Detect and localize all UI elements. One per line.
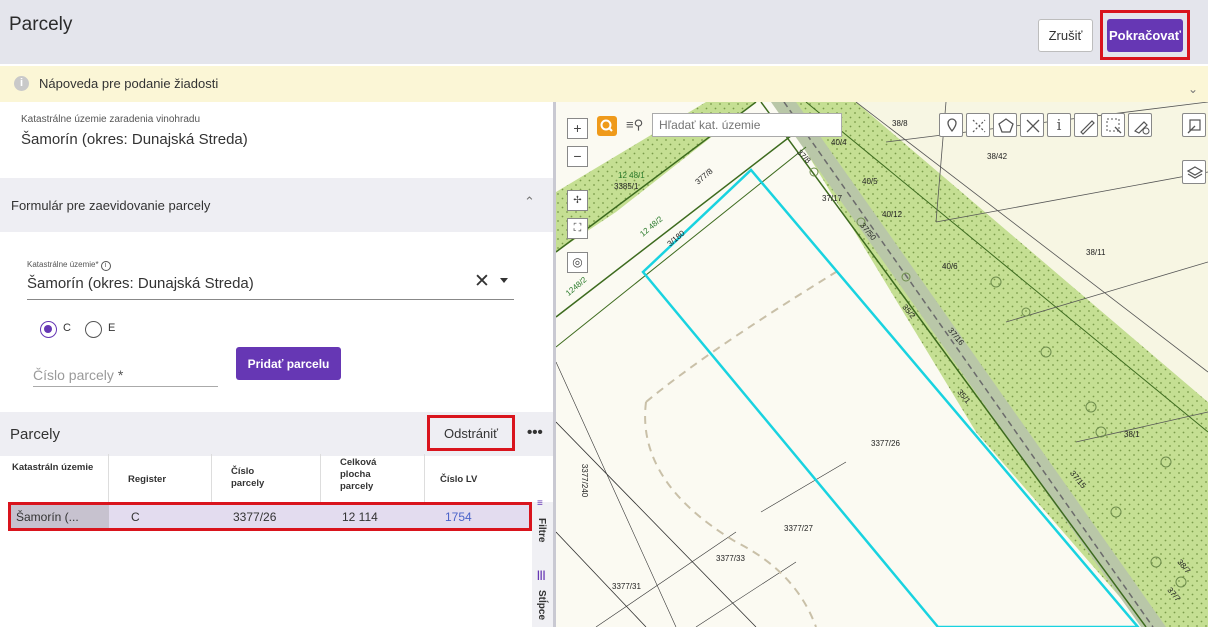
ku-label-text: Katastrálne územie*	[27, 260, 99, 269]
delete-button[interactable]: Odstrániť	[430, 418, 512, 448]
columns-icon[interactable]: |||	[537, 570, 545, 581]
zoom-in-icon[interactable]: +	[567, 118, 588, 139]
filters-tab[interactable]: Filtre	[536, 518, 547, 542]
col-header-territory[interactable]: Katastráln územie	[12, 462, 93, 474]
map-label: 3377/240	[580, 463, 590, 498]
map-label: 40/12	[882, 210, 903, 219]
ku-select-value[interactable]: Šamorín (okres: Dunajská Streda)	[27, 275, 254, 292]
map-label: 3385/1	[614, 182, 639, 191]
radio-e[interactable]	[85, 321, 102, 338]
table-toolbar: Parcely Odstrániť •••	[0, 412, 553, 456]
map-label: 37/17	[822, 194, 843, 203]
radio-c-label: C	[63, 322, 71, 334]
delete-highlight: Odstrániť	[427, 415, 515, 451]
map-canvas	[556, 102, 1208, 627]
polygon-icon[interactable]	[993, 113, 1017, 137]
caret-down-icon[interactable]	[500, 278, 508, 283]
col-sep	[320, 454, 321, 502]
cell-territory: Šamorín (...	[16, 510, 79, 524]
side-toolbar: ≡ Filtre ||| Stĺpce	[532, 498, 553, 627]
chevron-down-icon[interactable]: ⌄	[1188, 82, 1198, 96]
map-label: 40/5	[862, 177, 878, 186]
map-label: 3377/31	[612, 582, 641, 591]
draw-icon[interactable]	[1074, 113, 1098, 137]
map-label: 38/42	[987, 152, 1008, 161]
locate-icon[interactable]: ◎	[567, 252, 588, 273]
required-mark: *	[117, 367, 124, 383]
fullscreen-icon[interactable]: ⛶	[567, 218, 588, 239]
advanced-search-icon[interactable]: ≡⚲	[626, 117, 643, 133]
cell-register: C	[131, 510, 140, 524]
cell-area: 12 114	[342, 510, 378, 524]
col-header-lv[interactable]: Číslo LV	[440, 474, 477, 486]
radio-c[interactable]	[40, 321, 57, 338]
col-sep	[424, 454, 425, 502]
parcel-underline	[33, 386, 218, 387]
cell-lv-link[interactable]: 1754	[445, 510, 472, 524]
cancel-button[interactable]: Zrušiť	[1038, 19, 1093, 52]
help-bar[interactable]: i Nápoveda pre podanie žiadosti ⌄	[0, 66, 1208, 102]
search-icon[interactable]	[597, 116, 617, 136]
map-label: 38/8	[892, 119, 908, 128]
add-parcel-button[interactable]: Pridať parcelu	[236, 347, 341, 380]
parcel-placeholder: Číslo parcely	[33, 367, 114, 383]
col-header-parcel[interactable]: Číslo parcely	[231, 466, 286, 490]
layers-icon[interactable]	[1182, 160, 1206, 184]
erase-icon[interactable]	[1128, 113, 1152, 137]
form-title: Formulár pre zaevidovanie parcely	[11, 198, 211, 213]
select-icon[interactable]	[1101, 113, 1125, 137]
info-icon: i	[14, 76, 29, 91]
top-header: Parcely Zrušiť Pokračovať	[0, 0, 1208, 64]
map-label: 3377/26	[871, 439, 900, 448]
cadastral-value: Šamorín (okres: Dunajská Streda)	[21, 131, 248, 148]
map-label: 38/11	[1086, 248, 1106, 257]
form-section-header[interactable]: Formulár pre zaevidovanie parcely ⌃	[0, 178, 553, 232]
chevron-up-icon[interactable]: ⌃	[524, 194, 535, 210]
map-search-input[interactable]	[652, 113, 842, 137]
map-label: 3377/33	[716, 554, 745, 563]
cadastral-label: Katastrálne územie zaradenia vinohradu	[21, 114, 200, 125]
continue-button[interactable]: Pokračovať	[1107, 19, 1183, 52]
ku-field-label: Katastrálne územie* i	[27, 260, 111, 271]
map-label: 12 48/1	[618, 171, 645, 180]
help-label: Nápoveda pre podanie žiadosti	[39, 76, 219, 91]
info-icon[interactable]: i	[100, 261, 111, 271]
map-label: 3377/27	[784, 524, 813, 533]
map-label: 40/4	[831, 138, 847, 147]
parcel-number-field[interactable]: Číslo parcely *	[33, 367, 123, 383]
export-icon[interactable]	[1182, 113, 1206, 137]
measure-icon[interactable]	[966, 113, 990, 137]
info-icon[interactable]: i	[1047, 113, 1071, 137]
cell-parcel: 3377/26	[233, 510, 277, 524]
col-sep	[211, 454, 212, 502]
map-label: 40/6	[942, 262, 958, 271]
table-title: Parcely	[10, 426, 61, 443]
page-title: Parcely	[9, 14, 73, 35]
more-options-icon[interactable]: •••	[527, 424, 543, 441]
map-label: 38/1	[1124, 430, 1140, 439]
filter-icon[interactable]: ≡	[537, 498, 543, 509]
close-icon[interactable]	[1020, 113, 1044, 137]
radio-e-label: E	[108, 322, 116, 334]
pan-icon[interactable]: ✢	[567, 190, 588, 211]
col-header-area[interactable]: Celková plocha parcely	[340, 457, 400, 493]
map-view[interactable]: 38/8 40/4 38/42 12 48/1 3385/1 37/8 377/…	[556, 102, 1208, 627]
pin-icon[interactable]	[939, 113, 963, 137]
col-header-register[interactable]: Register	[128, 474, 166, 486]
zoom-out-icon[interactable]: −	[567, 146, 588, 167]
ku-underline	[27, 299, 514, 300]
columns-tab[interactable]: Stĺpce	[536, 590, 547, 620]
table-row[interactable]: Šamorín (... C 3377/26 12 114 1754	[8, 502, 532, 531]
continue-highlight: Pokračovať	[1100, 10, 1190, 60]
clear-icon[interactable]: ✕	[474, 270, 490, 293]
col-sep	[108, 454, 109, 502]
left-pane: Katastrálne územie zaradenia vinohradu Š…	[0, 102, 553, 627]
